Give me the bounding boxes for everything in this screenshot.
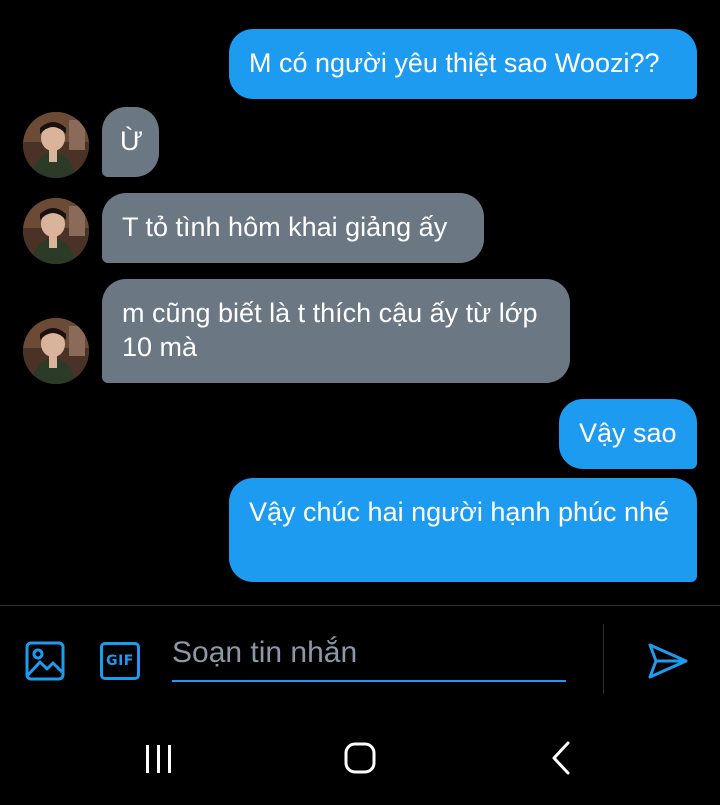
message-bubble-sent[interactable]: Vậy sao [559, 399, 697, 469]
gif-icon[interactable]: GIF [100, 642, 140, 680]
send-divider [603, 624, 604, 694]
home-icon[interactable] [342, 740, 378, 776]
message-bubble-received[interactable]: Ừ [102, 107, 159, 177]
message-bubble-received[interactable]: T tỏ tình hôm khai giảng ấy [102, 193, 484, 263]
message-composer: GIF [0, 606, 720, 716]
gif-label: GIF [106, 653, 134, 669]
avatar[interactable] [23, 198, 89, 264]
avatar[interactable] [23, 318, 89, 384]
message-bubble-received[interactable]: m cũng biết là t thích cậu ấy từ lớp 10 … [102, 279, 570, 383]
recent-apps-icon[interactable] [142, 742, 176, 776]
message-bubble-sent[interactable]: Vậy chúc hai người hạnh phúc nhé [229, 478, 697, 582]
system-navigation-bar [0, 716, 720, 805]
avatar[interactable] [23, 112, 89, 178]
message-input[interactable] [172, 632, 566, 682]
send-icon[interactable] [647, 641, 689, 681]
message-bubble-sent[interactable]: M có người yêu thiệt sao Woozi?? [229, 29, 697, 99]
conversation-thread: M có người yêu thiệt sao Woozi?? Ừ T tỏ … [0, 0, 720, 605]
back-icon[interactable] [548, 740, 574, 776]
image-icon[interactable] [25, 641, 65, 681]
